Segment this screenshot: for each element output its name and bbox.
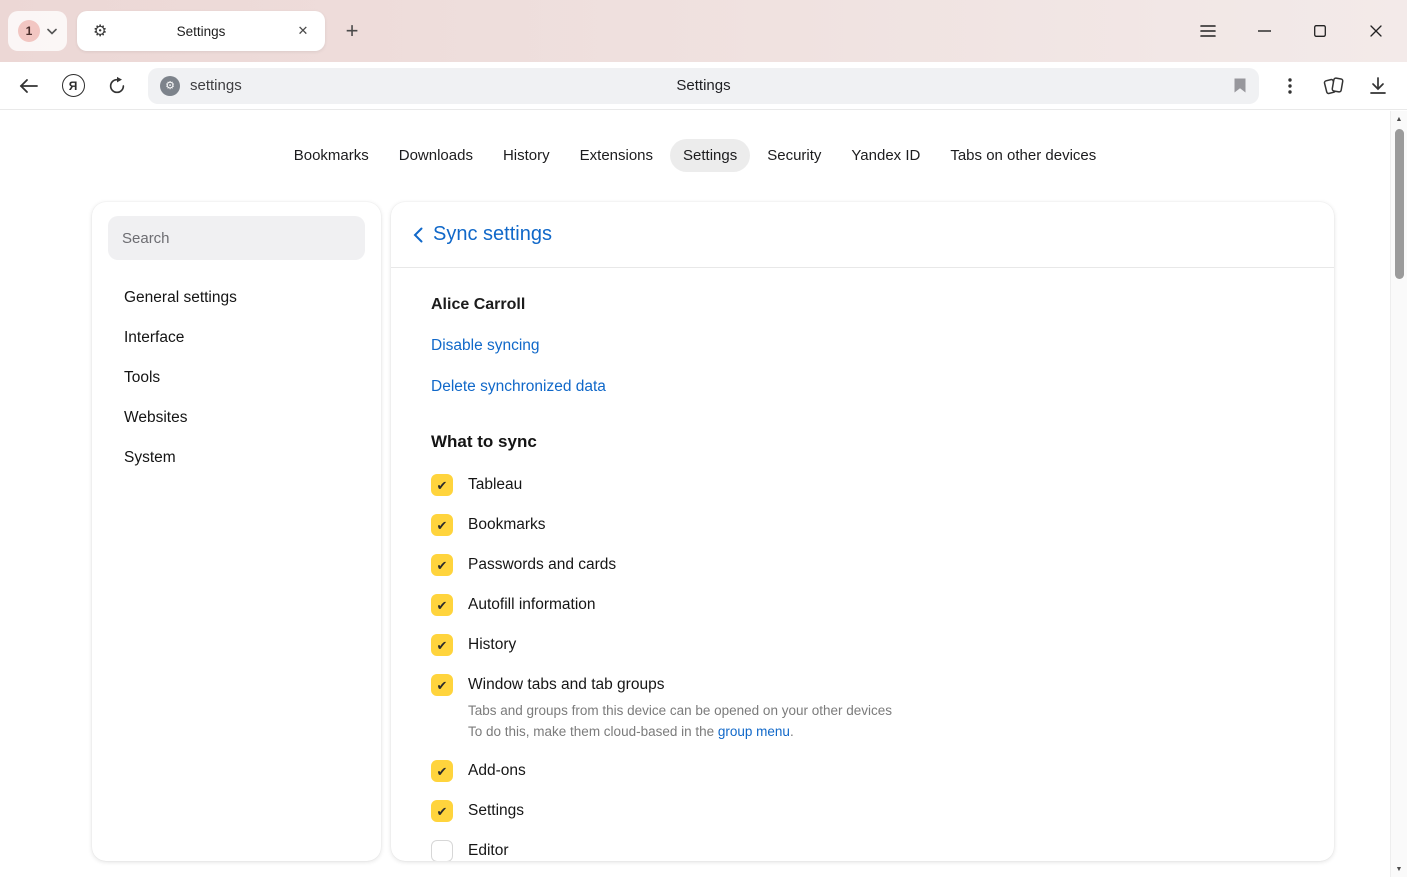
nav-item-extensions[interactable]: Extensions [567,139,666,172]
yandex-logo-icon: Я [62,74,85,97]
settings-top-nav: Bookmarks Downloads History Extensions S… [0,139,1390,172]
collections-icon[interactable] [1315,68,1353,104]
minimize-button[interactable] [1253,20,1275,42]
nav-item-history[interactable]: History [490,139,563,172]
sync-item-label: Bookmarks [468,514,546,536]
chevron-down-icon [47,28,57,35]
back-chevron-icon [413,227,423,243]
sync-item-row: Bookmarks [431,514,1294,536]
sync-item-label: Tableau [468,474,522,496]
window-controls [1197,20,1387,42]
checkbox-history[interactable] [431,634,453,656]
sync-item-label: Autofill information [468,594,596,616]
maximize-button[interactable] [1309,20,1331,42]
checkbox-autofill-information[interactable] [431,594,453,616]
checkbox-settings[interactable] [431,800,453,822]
description-line-2-suffix: . [790,724,794,739]
sync-item-label: Settings [468,800,524,822]
sync-account-name: Alice Carroll [431,296,1294,314]
nav-item-downloads[interactable]: Downloads [386,139,486,172]
close-window-button[interactable] [1365,20,1387,42]
bookmark-icon[interactable] [1233,77,1247,94]
sync-item-description: Tabs and groups from this device can be … [468,700,892,742]
group-menu-link[interactable]: group menu [718,724,790,739]
sync-settings-body: Alice Carroll Disable syncing Delete syn… [391,268,1334,861]
tab-strip: 1 ⚙ Settings ✕ + [0,0,1407,62]
checkbox-passwords-and-cards[interactable] [431,554,453,576]
sync-item-label: Add-ons [468,760,526,782]
url-text: settings [190,77,242,94]
page-title: Sync settings [433,223,552,246]
checkbox-addons[interactable] [431,760,453,782]
search-input[interactable] [108,216,365,260]
checkbox-tableau[interactable] [431,474,453,496]
sidebar-item-system[interactable]: System [108,438,365,478]
more-options-button[interactable] [1271,68,1309,104]
tab-favicon-gear-icon: ⚙ [93,21,107,41]
back-button[interactable] [10,68,48,104]
sidebar-item-tools[interactable]: Tools [108,358,365,398]
scroll-thumb[interactable] [1395,129,1404,279]
sync-item-label: History [468,634,516,656]
refresh-button[interactable] [98,68,136,104]
nav-item-tabs-other-devices[interactable]: Tabs on other devices [937,139,1109,172]
sync-item-row: History [431,634,1294,656]
sync-item-row: Add-ons [431,760,1294,782]
settings-page: Bookmarks Downloads History Extensions S… [0,111,1390,877]
sync-item-row: Editor [431,840,1294,861]
checkbox-bookmarks[interactable] [431,514,453,536]
checkbox-window-tabs[interactable] [431,674,453,696]
browser-menu-button[interactable] [1197,20,1219,42]
address-page-title: Settings [676,77,730,94]
sidebar-item-general-settings[interactable]: General settings [108,278,365,318]
nav-item-security[interactable]: Security [754,139,834,172]
scroll-down-icon[interactable]: ▼ [1391,861,1407,877]
sync-item-label: Passwords and cards [468,554,616,576]
sync-item-label: Window tabs and tab groups [468,676,664,693]
sync-settings-panel: Sync settings Alice Carroll Disable sync… [391,202,1334,861]
settings-sidebar: General settings Interface Tools Website… [92,202,381,861]
nav-item-yandex-id[interactable]: Yandex ID [838,139,933,172]
disable-syncing-link[interactable]: Disable syncing [431,337,540,355]
sidebar-item-websites[interactable]: Websites [108,398,365,438]
vertical-scrollbar[interactable]: ▲ ▼ [1390,111,1407,877]
toolbar: Я ⚙ settings Settings [0,62,1407,110]
tab-close-icon[interactable]: ✕ [291,19,315,43]
description-line-2: To do this, make them cloud-based in the [468,724,718,739]
sidebar-item-interface[interactable]: Interface [108,318,365,358]
settings-columns: General settings Interface Tools Website… [92,202,1334,861]
sync-item-label: Editor [468,840,509,861]
delete-synced-data-link[interactable]: Delete synchronized data [431,378,606,396]
downloads-button[interactable] [1359,68,1397,104]
sync-item-row: Window tabs and tab groups Tabs and grou… [431,674,1294,742]
sidebar-list: General settings Interface Tools Website… [108,278,365,478]
site-favicon-gear-icon: ⚙ [160,76,180,96]
tab-title: Settings [177,24,226,39]
description-line-1: Tabs and groups from this device can be … [468,703,892,718]
checkbox-editor[interactable] [431,840,453,861]
what-to-sync-heading: What to sync [431,432,1294,452]
scroll-up-icon[interactable]: ▲ [1391,111,1407,127]
sync-item-row: Passwords and cards [431,554,1294,576]
address-bar[interactable]: ⚙ settings Settings [148,68,1259,104]
sync-settings-header[interactable]: Sync settings [391,202,1334,268]
tab-group-count: 1 [18,20,40,42]
sync-item-row: Autofill information [431,594,1294,616]
sync-options-list: Tableau Bookmarks Passwords and cards Au… [431,474,1294,861]
tab-settings[interactable]: ⚙ Settings ✕ [77,11,325,51]
nav-item-settings[interactable]: Settings [670,139,750,172]
new-tab-button[interactable]: + [337,16,367,46]
tab-group-chip[interactable]: 1 [8,11,67,51]
nav-item-bookmarks[interactable]: Bookmarks [281,139,382,172]
sync-item-row: Settings [431,800,1294,822]
sync-item-with-description: Window tabs and tab groups Tabs and grou… [468,674,892,742]
sync-item-row: Tableau [431,474,1294,496]
yandex-button[interactable]: Я [54,68,92,104]
